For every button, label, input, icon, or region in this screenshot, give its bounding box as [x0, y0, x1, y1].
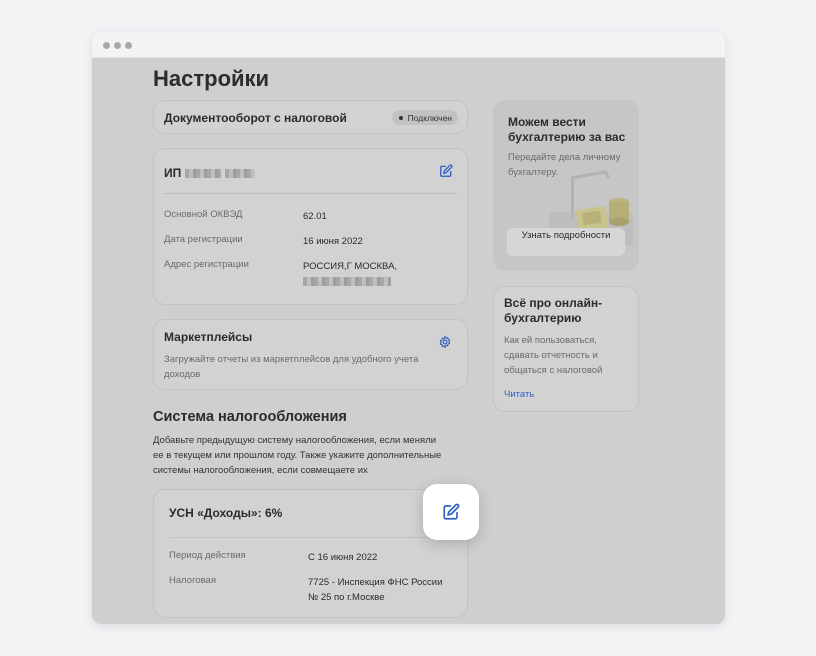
divider [164, 193, 457, 194]
marketplaces-description: Загружайте отчеты из маркетплейсов для у… [164, 354, 419, 380]
divider [169, 537, 457, 538]
article-title: Всё про онлайн-бухгалтерию [504, 296, 603, 325]
field-value: № 25 по г.Москве [308, 592, 385, 603]
article-text: Как ей пользоваться, сдавать отчетность … [504, 335, 603, 376]
promo-card[interactable]: Можем вести бухгалтерию за вас Передайте… [493, 100, 639, 271]
field-label: Дата регистрации [164, 234, 243, 245]
field-value: 7725 - Инспекция ФНС России [308, 577, 443, 588]
field-label: Период действия [169, 550, 246, 561]
ip-prefix: ИП [164, 166, 182, 180]
field-value: РОССИЯ,Г МОСКВА, [303, 261, 398, 272]
edit-tax-regime-button[interactable] [423, 484, 479, 540]
address-redacted [303, 277, 391, 286]
page-title: Настройки [153, 66, 270, 91]
ip-card: ИП Основной ОКВЭД 62.01 Дата регистрации… [153, 148, 468, 305]
status-badge-label: Подключен [407, 112, 452, 123]
window-titlebar [92, 32, 725, 58]
browser-window: Настройки Документооборот с налоговой По… [92, 32, 725, 624]
edit-icon [443, 503, 460, 520]
field-value: 62.01 [303, 211, 327, 222]
window-dot-icon [125, 42, 132, 49]
status-dot-icon [398, 115, 403, 120]
marketplaces-card[interactable]: Маркетплейсы Загружайте отчеты из маркет… [153, 319, 468, 390]
ip-name-redacted [225, 168, 256, 178]
usn-title: УСН «Доходы»: 6% [169, 506, 283, 520]
window-dot-icon [114, 42, 121, 49]
tax-system-description: Добавьте предыдущую систему налогообложе… [153, 435, 442, 476]
status-badge: Подключен [391, 110, 458, 125]
field-value: С 16 июня 2022 [308, 552, 378, 563]
read-link[interactable]: Читать [504, 389, 534, 400]
ip-title: ИП [164, 166, 256, 180]
learn-more-button[interactable]: Узнать подробности [507, 228, 625, 256]
field-label: Налоговая [169, 575, 216, 586]
edo-title: Документооборот с налоговой [164, 111, 347, 125]
edo-card[interactable]: Документооборот с налоговой Подключен [153, 100, 468, 134]
field-label: Основной ОКВЭД [164, 209, 243, 220]
marketplaces-title: Маркетплейсы [164, 330, 253, 344]
article-card[interactable]: Всё про онлайн-бухгалтерию Как ей пользо… [493, 286, 639, 412]
tax-system-heading: Система налогообложения [153, 409, 347, 425]
window-dot-icon [103, 42, 110, 49]
field-value: 16 июня 2022 [303, 236, 363, 247]
field-label: Адрес регистрации [164, 259, 249, 270]
promo-title: Можем вести бухгалтерию за вас [508, 115, 626, 144]
edit-icon[interactable] [439, 164, 453, 178]
gear-icon[interactable] [438, 335, 452, 349]
ip-name-redacted [185, 168, 222, 178]
usn-card: УСН «Доходы»: 6% Период действия С 16 ию… [153, 489, 468, 618]
